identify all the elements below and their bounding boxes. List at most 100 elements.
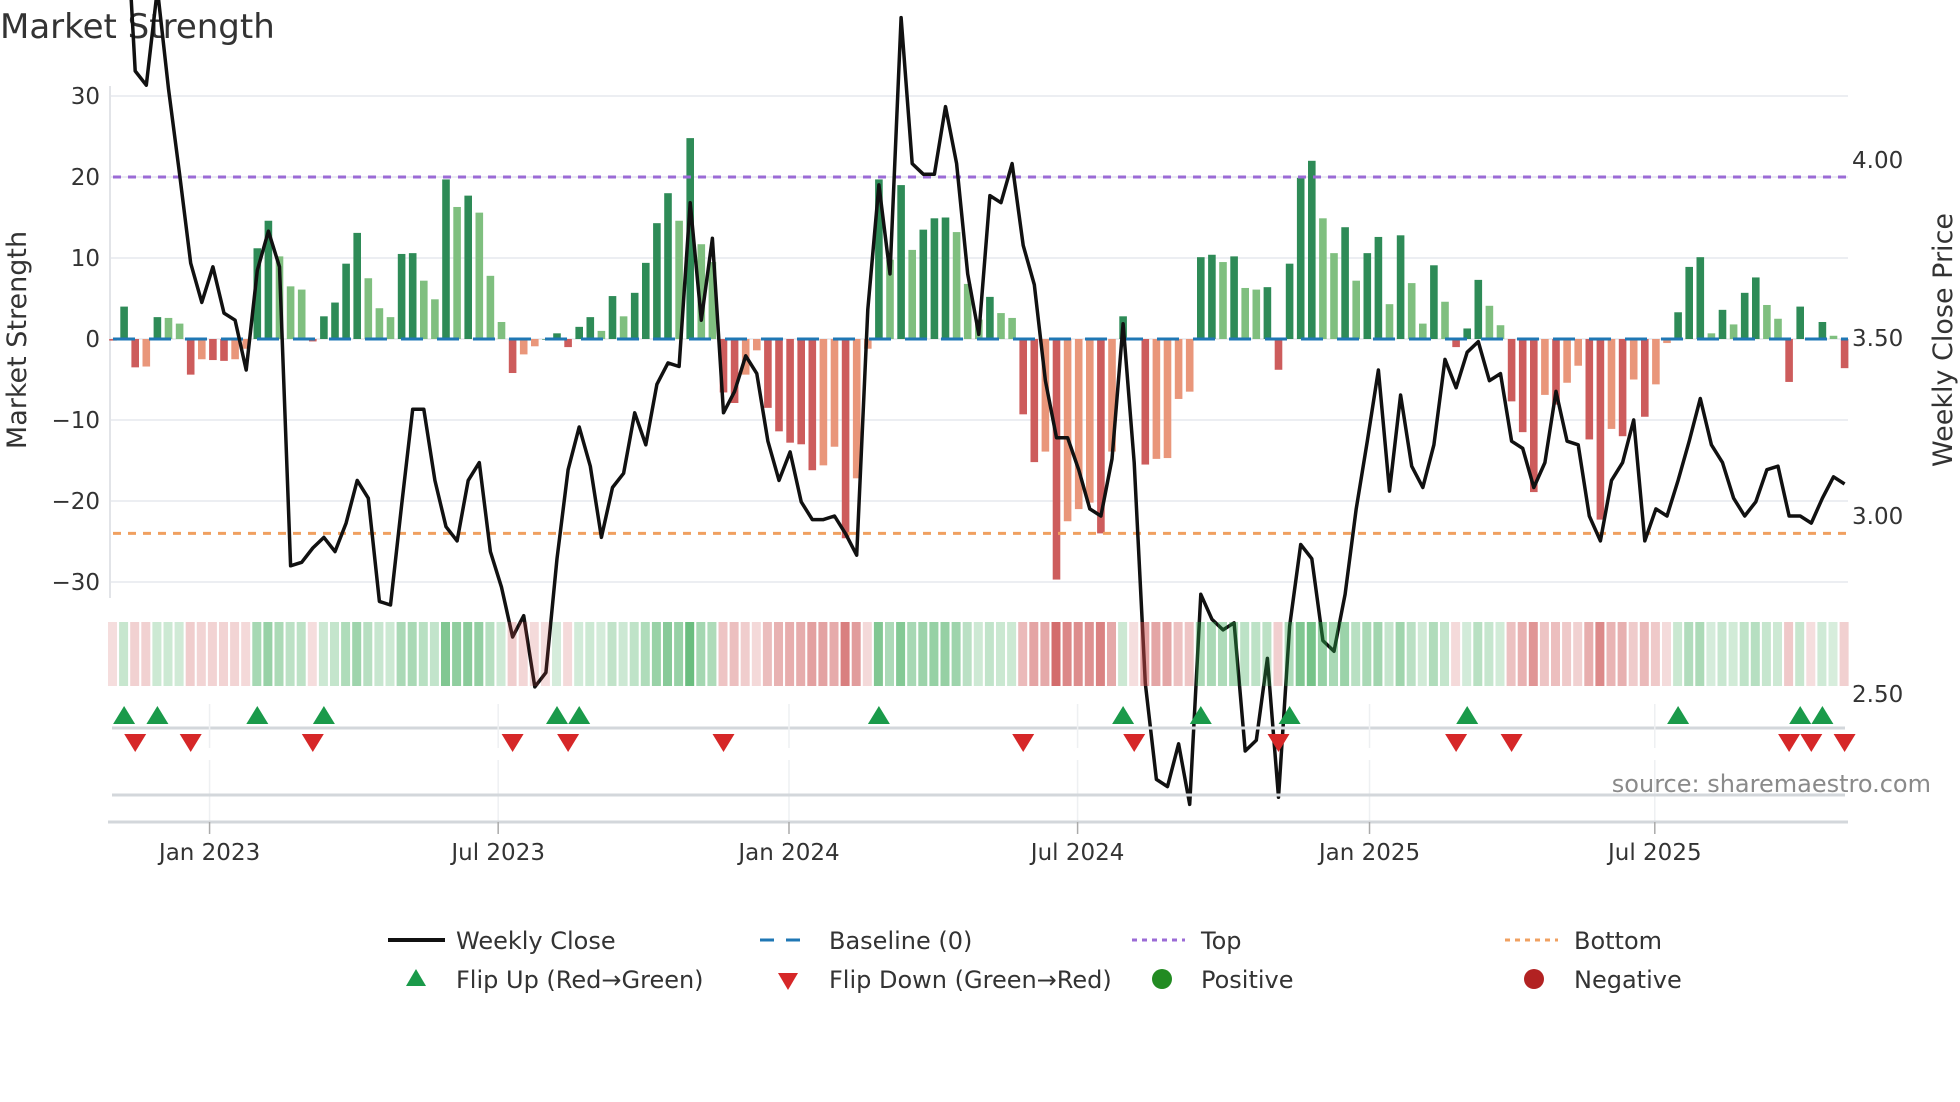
strength-heat-cell <box>163 622 173 686</box>
strength-heat-cell <box>1828 622 1838 686</box>
strength-bar <box>619 316 628 339</box>
legend-item-baseline[interactable]: Baseline (0) <box>760 927 972 955</box>
strength-bar <box>1319 218 1327 339</box>
strength-heat-cell <box>274 622 284 686</box>
strength-heat-cell <box>1251 622 1261 686</box>
strength-bar <box>1241 287 1249 339</box>
legend-item-top[interactable]: Top <box>1132 927 1242 955</box>
strength-bar <box>1541 339 1549 395</box>
right-y-tick-label: 3.00 <box>1852 504 1903 530</box>
strength-heat-cell <box>1761 622 1771 686</box>
strength-heat-cell <box>962 622 972 686</box>
strength-heat-cell <box>1295 622 1305 686</box>
strength-heat-cell <box>518 622 528 686</box>
strength-bar <box>841 339 850 539</box>
strength-heat-cell <box>696 622 706 686</box>
strength-bar <box>364 278 373 339</box>
strength-bar <box>519 339 528 355</box>
strength-heat-cell <box>263 622 273 686</box>
strength-heat-cell <box>685 622 695 686</box>
strength-bar <box>1274 339 1283 370</box>
legend-positive-label: Positive <box>1201 966 1294 994</box>
strength-heat-cell <box>1617 622 1627 686</box>
strength-bar <box>1785 339 1793 382</box>
strength-bar <box>1518 339 1527 433</box>
legend-item-bottom[interactable]: Bottom <box>1505 927 1662 955</box>
strength-bar <box>1685 266 1693 339</box>
strength-bar <box>1574 339 1582 366</box>
flip-up-icon <box>406 969 426 986</box>
strength-heat-cell <box>330 622 339 686</box>
strength-heat-cell <box>1717 622 1727 686</box>
strength-heat-cell <box>1384 622 1394 686</box>
strength-heat-cell <box>1750 622 1760 686</box>
right-axis-title: Weekly Close Price <box>1928 213 1959 467</box>
strength-bar <box>1818 321 1827 339</box>
strength-heat-cell <box>1095 622 1105 686</box>
strength-bar <box>1396 235 1405 339</box>
strength-heat-cell <box>1595 622 1605 686</box>
strength-heat-cell <box>452 622 462 686</box>
strength-bar <box>764 339 772 408</box>
strength-heat-cell <box>1373 622 1383 686</box>
left-axis-title: Market Strength <box>2 231 33 449</box>
legend-top-label: Top <box>1200 927 1242 955</box>
legend-item-flip-down[interactable]: Flip Down (Green→Red) <box>778 966 1112 994</box>
y-tick-label: 30 <box>71 84 100 110</box>
strength-heat-cell <box>1240 622 1250 686</box>
flip-down-marker <box>712 734 735 752</box>
strength-bar <box>1641 339 1649 417</box>
strength-heat-cell <box>1806 622 1816 686</box>
strength-bar <box>1407 283 1416 339</box>
strength-heat-cell <box>1206 622 1216 686</box>
strength-heat-cell <box>1417 622 1427 686</box>
strength-bar <box>1696 257 1705 339</box>
legend-item-positive[interactable]: Positive <box>1152 966 1294 994</box>
strength-heat-cell <box>829 622 839 686</box>
strength-heat-cell <box>774 622 783 686</box>
strength-heat-cell <box>1551 622 1560 686</box>
strength-heat-cell <box>873 622 883 686</box>
strength-heat-cell <box>1695 622 1705 686</box>
flip-up-marker <box>146 706 169 724</box>
strength-heat-cell <box>352 622 362 686</box>
flip-up-marker <box>1278 706 1301 724</box>
right-y-tick-label: 2.50 <box>1852 682 1903 708</box>
strength-bar <box>1441 301 1449 339</box>
strength-bar <box>186 339 195 375</box>
flip-down-marker <box>501 734 524 752</box>
strength-bar <box>286 286 295 339</box>
strength-heat-cell <box>108 622 117 686</box>
flip-up-marker <box>1456 706 1479 724</box>
strength-bar <box>1596 339 1605 520</box>
strength-bar <box>342 263 350 339</box>
strength-bar <box>608 296 617 339</box>
legend-bottom-label: Bottom <box>1574 927 1662 955</box>
flip-down-marker <box>179 734 202 752</box>
strength-heat-cell <box>1073 622 1083 686</box>
flip-up-marker <box>312 706 335 724</box>
flip-up-marker <box>867 706 890 724</box>
y-tick-label: −10 <box>51 408 100 434</box>
strength-heat-cell <box>663 622 672 686</box>
strength-heat-cell <box>618 622 628 686</box>
strength-heat-cell <box>1162 622 1172 686</box>
strength-bar <box>941 217 950 339</box>
legend-item-weekly-close[interactable]: Weekly Close <box>388 927 616 955</box>
strength-heat-cell <box>1173 622 1183 686</box>
flip-up-marker <box>246 706 269 724</box>
strength-bar <box>1607 339 1616 429</box>
x-tick-label: Jul 2025 <box>1606 840 1702 866</box>
strength-bar <box>1374 236 1383 339</box>
heat-strip <box>108 622 1849 686</box>
strength-heat-cell <box>363 622 373 686</box>
right-axis-ticks: 4.504.003.503.002.50 <box>1852 148 1903 708</box>
strength-bar <box>1463 328 1471 339</box>
legend-item-negative[interactable]: Negative <box>1524 966 1682 994</box>
legend-item-flip-up[interactable]: Flip Up (Red→Green) <box>406 966 704 994</box>
flip-down-marker <box>1012 734 1035 752</box>
right-y-tick-label: 3.50 <box>1852 326 1903 352</box>
strength-bar <box>198 339 206 360</box>
strength-heat-cell <box>1673 622 1683 686</box>
strength-bar <box>175 323 184 339</box>
